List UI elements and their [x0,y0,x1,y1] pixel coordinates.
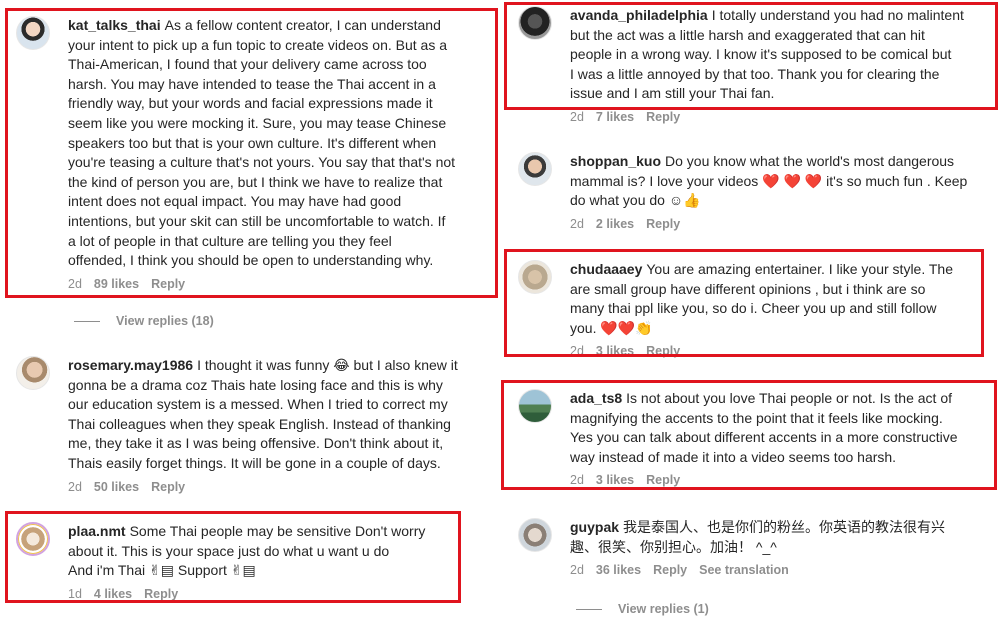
username[interactable]: rosemary.may1986 [68,357,193,373]
avatar[interactable] [16,16,50,50]
comment-meta: 2d 2 likes Reply [570,215,1000,235]
avatar[interactable] [518,518,552,552]
likes-count[interactable]: 89 likes [94,275,139,295]
username[interactable]: shoppan_kuo [570,153,661,169]
username[interactable]: kat_talks_thai [68,17,161,33]
reply-button[interactable]: Reply [653,561,687,581]
reply-button[interactable]: Reply [646,215,680,235]
username[interactable]: avanda_philadelphia [570,7,708,23]
reply-button[interactable]: Reply [151,275,185,295]
likes-count[interactable]: 50 likes [94,478,139,498]
divider-line [576,608,602,610]
likes-count[interactable]: 7 likes [596,108,634,128]
username[interactable]: guypak [570,519,619,535]
avatar[interactable] [518,152,552,186]
username[interactable]: chudaaaey [570,261,642,277]
comment-meta: 2d 3 likes Reply [570,471,1000,491]
comment-meta: 2d 3 likes Reply [570,342,1000,362]
reply-button[interactable]: Reply [646,108,680,128]
avatar[interactable] [518,260,552,294]
comment-text: kat_talks_thai As a fellow content creato… [68,17,441,33]
reply-button[interactable]: Reply [151,478,185,498]
reply-button[interactable]: Reply [646,342,680,362]
likes-count[interactable]: 2 likes [596,215,634,235]
divider-line [74,320,100,322]
comment-meta: 2d 89 likes Reply [68,275,488,295]
avatar[interactable] [518,6,552,40]
avatar[interactable] [16,356,50,390]
likes-count[interactable]: 36 likes [596,561,641,581]
avatar[interactable] [16,522,50,556]
likes-count[interactable]: 3 likes [596,342,634,362]
timestamp: 2d [570,216,584,231]
timestamp: 2d [68,276,82,291]
timestamp: 1d [68,586,82,601]
likes-count[interactable]: 3 likes [596,471,634,491]
timestamp: 2d [570,344,584,359]
reply-button[interactable]: Reply [646,471,680,491]
likes-count[interactable]: 4 likes [94,585,132,605]
view-replies-button[interactable]: View replies (1) [576,602,709,616]
timestamp: 2d [570,109,584,124]
timestamp: 2d [570,473,584,488]
timestamp: 2d [68,479,82,494]
comment-meta: 1d 4 likes Reply [68,585,458,605]
see-translation-button[interactable]: See translation [699,561,789,581]
comment-meta: 2d 50 likes Reply [68,478,498,498]
reply-button[interactable]: Reply [144,585,178,605]
timestamp: 2d [570,563,584,578]
view-replies-button[interactable]: View replies (18) [74,314,214,328]
avatar[interactable] [518,389,552,423]
username[interactable]: plaa.nmt [68,523,126,539]
username[interactable]: ada_ts8 [570,390,622,406]
comment-meta: 2d 36 likes Reply See translation [570,561,1000,581]
comment-meta: 2d 7 likes Reply [570,108,1000,128]
